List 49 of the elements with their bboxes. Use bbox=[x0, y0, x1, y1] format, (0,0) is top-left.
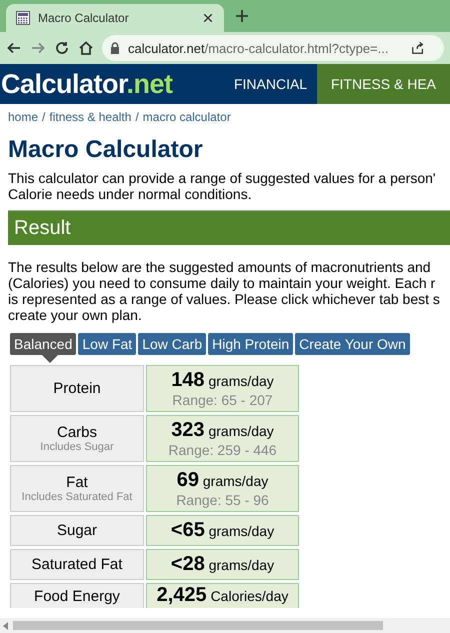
tab-pointer bbox=[42, 355, 58, 363]
breadcrumb-link[interactable]: fitness & health bbox=[49, 110, 132, 124]
nutrient-note: Includes Sugar bbox=[40, 441, 114, 453]
share-icon[interactable] bbox=[410, 41, 424, 55]
range-text: Range: 55 - 96 bbox=[176, 492, 269, 508]
amount-text: <65 grams/day bbox=[170, 519, 274, 542]
nutrient-label: Carbs bbox=[56, 424, 97, 441]
plan-tab[interactable]: Create Your Own bbox=[295, 333, 410, 355]
breadcrumb-separator: / bbox=[42, 110, 46, 124]
nutrient-label: Fat bbox=[66, 474, 88, 491]
intro-text: This calculator can provide a range of suggested values for a person' Calorie needs under normal conditions. bbox=[8, 170, 437, 202]
nav-link[interactable]: FINANCIAL bbox=[220, 64, 317, 104]
plan-tab[interactable]: Low Fat bbox=[78, 333, 136, 355]
result-text: The results below are the suggested amounts of macronutrients and (Calories) you need to consume daily to maintain your weight. Each r is represented as a range of values. Please click whichever tab best s create your own plan. bbox=[8, 259, 441, 323]
site-logo[interactable]: Calculator.net bbox=[0, 68, 220, 100]
close-icon[interactable] bbox=[202, 12, 214, 24]
breadcrumb-link[interactable]: macro calculator bbox=[142, 110, 231, 124]
result-heading: Result bbox=[8, 210, 450, 245]
nutrient-label: Sugar bbox=[56, 522, 98, 539]
plan-tab[interactable]: High Protein bbox=[208, 333, 294, 355]
amount-text: 2,425 Calories/day bbox=[156, 584, 288, 608]
plus-icon[interactable] bbox=[234, 8, 250, 24]
nutrient-label: Saturated Fat bbox=[32, 556, 122, 573]
lock-icon bbox=[110, 42, 120, 54]
horizontal-scrollbar[interactable] bbox=[0, 618, 450, 633]
reload-icon[interactable] bbox=[54, 40, 70, 56]
nav-link[interactable]: FITNESS & HEA bbox=[316, 64, 450, 104]
amount-text: 69 grams/day bbox=[176, 469, 268, 492]
tab-title: Macro Calculator bbox=[38, 11, 130, 25]
range-text: Range: 259 - 446 bbox=[168, 442, 277, 458]
page-title: Macro Calculator bbox=[8, 136, 204, 164]
nutrient-label: Protein bbox=[53, 380, 101, 397]
scroll-left-icon[interactable] bbox=[3, 622, 9, 630]
breadcrumb-link[interactable]: home bbox=[8, 110, 38, 124]
home-icon[interactable] bbox=[78, 40, 94, 56]
amount-text: 323 grams/day bbox=[171, 419, 274, 442]
address-bar[interactable]: calculator.net/macro-calculator.html?ctype=... bbox=[102, 35, 444, 61]
amount-text: 148 grams/day bbox=[171, 369, 274, 392]
nutrient-note: Includes Saturated Fat bbox=[22, 491, 132, 503]
back-icon[interactable] bbox=[6, 40, 22, 56]
browser-tab[interactable]: Macro Calculator bbox=[6, 4, 224, 32]
forward-icon[interactable] bbox=[30, 40, 46, 56]
range-text: Range: 65 - 207 bbox=[172, 392, 273, 408]
nutrient-label: Food Energy bbox=[34, 588, 120, 605]
url-text: calculator.net/macro-calculator.html?ctype=... bbox=[128, 40, 388, 56]
plan-tab[interactable]: Low Carb bbox=[138, 333, 206, 355]
breadcrumb-separator: / bbox=[135, 110, 139, 124]
amount-text: <28 grams/day bbox=[170, 553, 274, 576]
calculator-icon bbox=[16, 11, 30, 25]
